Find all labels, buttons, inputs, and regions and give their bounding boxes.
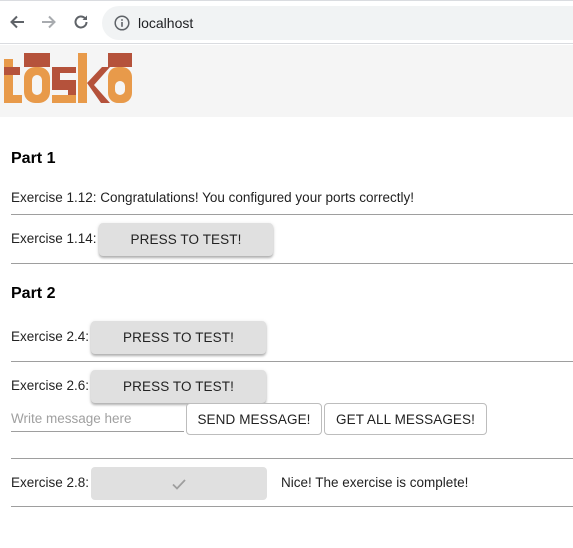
divider bbox=[11, 263, 573, 264]
exercise-2-6-label: Exercise 2.6: bbox=[11, 378, 90, 393]
exercise-2-4-label: Exercise 2.4: bbox=[11, 329, 90, 344]
exercise-2-8-done-button bbox=[91, 467, 267, 500]
forward-button[interactable] bbox=[38, 11, 60, 33]
exercise-1-14-label: Exercise 1.14: bbox=[11, 231, 97, 246]
part-1-title: Part 1 bbox=[11, 150, 56, 167]
divider bbox=[11, 506, 573, 507]
reload-icon bbox=[74, 15, 88, 29]
exercise-1-12-text: Exercise 1.12: Congratulations! You conf… bbox=[11, 190, 414, 205]
exercise-2-8-label: Exercise 2.8: bbox=[11, 475, 90, 490]
toska-logo bbox=[4, 53, 132, 103]
browser-toolbar: localhost bbox=[0, 0, 573, 44]
reload-button[interactable] bbox=[70, 11, 92, 33]
get-all-messages-button[interactable]: GET ALL MESSAGES! bbox=[324, 403, 487, 435]
info-icon[interactable] bbox=[114, 15, 130, 31]
exercise-2-8-status: Nice! The exercise is complete! bbox=[281, 475, 469, 490]
divider bbox=[11, 214, 573, 215]
exercise-1-14-test-button[interactable]: PRESS TO TEST! bbox=[99, 223, 273, 256]
divider bbox=[11, 458, 573, 459]
app-header bbox=[0, 45, 573, 117]
back-button[interactable] bbox=[6, 11, 28, 33]
address-bar[interactable]: localhost bbox=[102, 6, 573, 40]
send-message-button[interactable]: SEND MESSAGE! bbox=[186, 403, 322, 435]
checkmark-icon bbox=[172, 478, 186, 490]
message-input[interactable] bbox=[11, 405, 184, 432]
exercise-2-6-test-button[interactable]: PRESS TO TEST! bbox=[91, 370, 266, 403]
divider bbox=[11, 361, 573, 362]
exercise-2-4-test-button[interactable]: PRESS TO TEST! bbox=[91, 321, 266, 354]
arrow-right-icon bbox=[42, 15, 56, 29]
url-text: localhost bbox=[138, 15, 194, 31]
arrow-left-icon bbox=[10, 15, 24, 29]
part-2-title: Part 2 bbox=[11, 285, 56, 302]
